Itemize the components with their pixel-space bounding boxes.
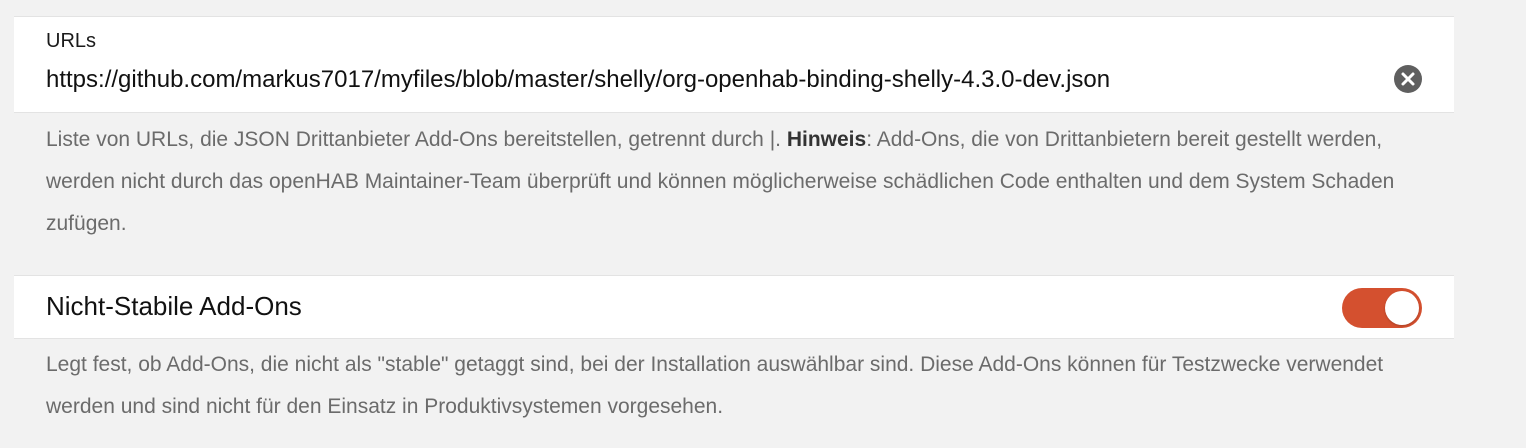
urls-description: Liste von URLs, die JSON Drittanbieter A…	[46, 119, 1446, 245]
urls-input[interactable]	[46, 64, 1376, 96]
urls-setting-card: URLs	[14, 16, 1454, 113]
urls-description-text: Liste von URLs, die JSON Drittanbieter A…	[46, 128, 787, 151]
clear-icon	[1394, 65, 1422, 93]
clear-input-button[interactable]	[1394, 65, 1422, 93]
unstable-addons-title: Nicht-Stabile Add-Ons	[46, 291, 302, 321]
toggle-knob	[1385, 291, 1419, 325]
unstable-addons-card: Nicht-Stabile Add-Ons	[14, 275, 1454, 339]
unstable-addons-toggle[interactable]	[1342, 288, 1422, 328]
urls-description-note-label: Hinweis	[786, 128, 867, 151]
unstable-addons-description: Legt fest, ob Add-Ons, die nicht als "st…	[46, 353, 1384, 418]
urls-field-label: URLs	[46, 30, 97, 52]
